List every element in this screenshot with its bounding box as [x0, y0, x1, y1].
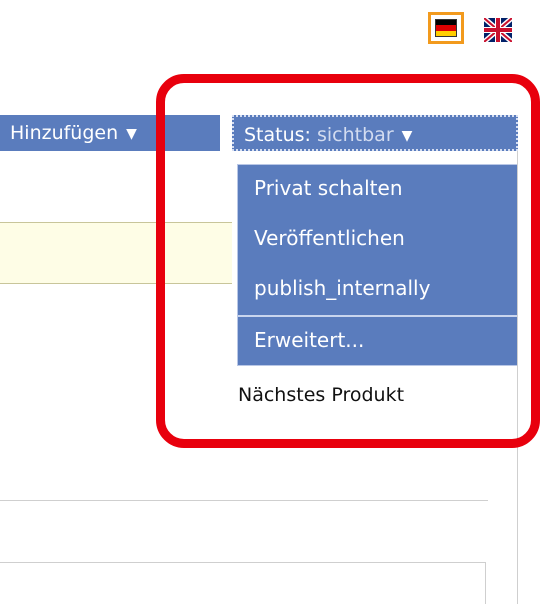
- status-value: sichtbar: [317, 124, 394, 146]
- content-border: [517, 151, 518, 604]
- field-box-top: [0, 562, 486, 563]
- menu-item-private[interactable]: Privat schalten: [238, 165, 517, 215]
- caret-down-icon: ▼: [401, 128, 413, 144]
- menu-item-publish[interactable]: Veröffentlichen: [238, 215, 517, 265]
- info-box: [0, 222, 232, 284]
- status-dropdown-menu: Privat schalten Veröffentlichen publish_…: [237, 164, 518, 366]
- status-label: Status:: [244, 124, 311, 146]
- next-product-link[interactable]: Nächstes Produkt: [238, 384, 404, 406]
- add-menu-button[interactable]: Hinzufügen ▼: [0, 115, 220, 151]
- menu-item-advanced[interactable]: Erweitert...: [238, 317, 517, 367]
- caret-down-icon: ▼: [126, 126, 137, 142]
- add-menu-label: Hinzufügen: [10, 122, 119, 144]
- flag-uk-icon[interactable]: [484, 18, 512, 42]
- divider: [0, 500, 488, 501]
- flag-german-icon[interactable]: [428, 12, 464, 44]
- status-menu-button[interactable]: Status: sichtbar ▼: [232, 115, 518, 151]
- field-box-right: [485, 562, 486, 604]
- menu-item-publish-internally[interactable]: publish_internally: [238, 265, 517, 315]
